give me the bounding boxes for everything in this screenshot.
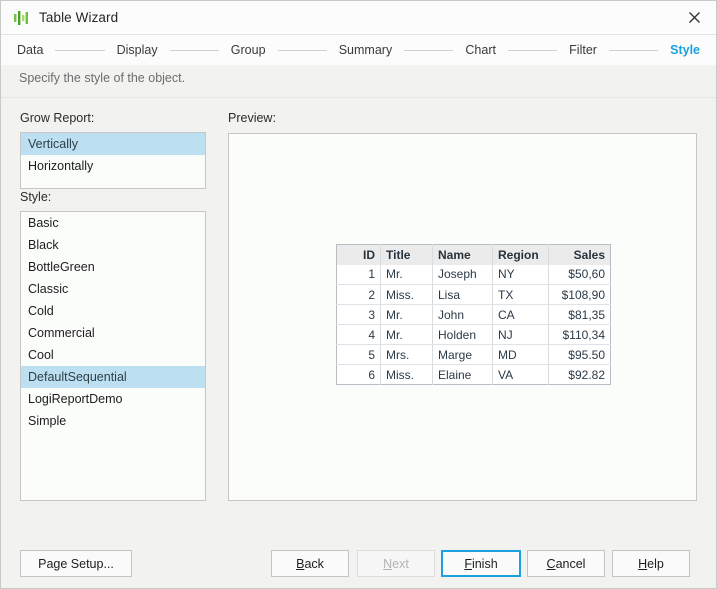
column-header-title: Title [381,245,433,265]
table-row: 1 Mr. Joseph NY $50,60 [337,265,611,285]
preview-panel: ID Title Name Region Sales 1 Mr. Joseph … [228,133,697,501]
back-button-mnemonic: B [296,557,304,571]
style-option-simple[interactable]: Simple [21,410,205,432]
cell-title: Mr. [381,325,433,345]
grow-report-option-horizontally[interactable]: Horizontally [21,155,205,177]
cell-title: Miss. [381,365,433,385]
cancel-button[interactable]: Cancel [527,550,605,577]
cell-name: John [433,305,493,325]
cell-sales: $110,34 [549,325,611,345]
step-data[interactable]: Data [17,43,43,57]
table-row: 2 Miss. Lisa TX $108,90 [337,285,611,305]
step-connector [404,50,453,51]
cell-name: Holden [433,325,493,345]
cell-region: CA [493,305,549,325]
step-connector [508,50,557,51]
finish-button-mnemonic: F [464,557,472,571]
next-button-label: ext [392,557,409,571]
style-option-classic[interactable]: Classic [21,278,205,300]
cancel-button-label: ancel [556,557,586,571]
cell-title: Mrs. [381,345,433,365]
grow-report-listbox[interactable]: Vertically Horizontally [20,132,206,189]
cancel-button-mnemonic: C [547,557,556,571]
step-connector [278,50,327,51]
style-option-logireportdemo[interactable]: LogiReportDemo [21,388,205,410]
window-title: Table Wizard [39,10,118,25]
step-summary[interactable]: Summary [339,43,392,57]
column-header-sales: Sales [549,245,611,265]
help-button[interactable]: Help [612,550,690,577]
step-display[interactable]: Display [117,43,158,57]
style-label: Style: [20,190,51,204]
step-connector [170,50,219,51]
cell-region: VA [493,365,549,385]
cell-id: 3 [337,305,381,325]
style-listbox[interactable]: Basic Black BottleGreen Classic Cold Com… [20,211,206,501]
cell-name: Marge [433,345,493,365]
cell-region: TX [493,285,549,305]
cell-sales: $50,60 [549,265,611,285]
cell-sales: $108,90 [549,285,611,305]
title-bar: Table Wizard [1,1,716,35]
style-option-bottlegreen[interactable]: BottleGreen [21,256,205,278]
cell-id: 4 [337,325,381,345]
cell-region: MD [493,345,549,365]
style-option-cold[interactable]: Cold [21,300,205,322]
page-setup-button-label: Page Setup... [38,557,114,571]
cell-title: Mr. [381,265,433,285]
style-option-basic[interactable]: Basic [21,212,205,234]
cell-region: NJ [493,325,549,345]
cell-id: 2 [337,285,381,305]
finish-button-label: inish [472,557,498,571]
cell-id: 5 [337,345,381,365]
cell-name: Elaine [433,365,493,385]
cell-title: Miss. [381,285,433,305]
wizard-step-bar: Data Display Group Summary Chart Filter … [1,35,716,65]
header-divider [1,97,716,98]
step-description: Specify the style of the object. [19,71,185,85]
grow-report-option-vertically[interactable]: Vertically [21,133,205,155]
style-option-cool[interactable]: Cool [21,344,205,366]
next-button-mnemonic: N [383,557,392,571]
table-row: 5 Mrs. Marge MD $95.50 [337,345,611,365]
table-row: 6 Miss. Elaine VA $92.82 [337,365,611,385]
table-wizard-dialog: Table Wizard Data Display Group Summary … [0,0,717,589]
step-chart[interactable]: Chart [465,43,496,57]
back-button[interactable]: Back [271,550,349,577]
column-header-id: ID [337,245,381,265]
cell-sales: $95.50 [549,345,611,365]
finish-button[interactable]: Finish [441,550,521,577]
cell-region: NY [493,265,549,285]
cell-id: 1 [337,265,381,285]
next-button: Next [357,550,435,577]
column-header-name: Name [433,245,493,265]
close-icon[interactable] [672,1,716,34]
style-option-black[interactable]: Black [21,234,205,256]
column-header-region: Region [493,245,549,265]
step-style[interactable]: Style [670,43,700,57]
cell-name: Lisa [433,285,493,305]
cell-sales: $92.82 [549,365,611,385]
style-option-defaultsequential[interactable]: DefaultSequential [21,366,205,388]
step-connector [55,50,104,51]
preview-label: Preview: [228,111,276,125]
cell-title: Mr. [381,305,433,325]
cell-sales: $81,35 [549,305,611,325]
back-button-label: ack [304,557,323,571]
page-setup-button[interactable]: Page Setup... [20,550,132,577]
help-button-mnemonic: H [638,557,647,571]
step-filter[interactable]: Filter [569,43,597,57]
cell-name: Joseph [433,265,493,285]
style-option-commercial[interactable]: Commercial [21,322,205,344]
step-connector [609,50,658,51]
bar-chart-icon [12,9,30,27]
preview-table: ID Title Name Region Sales 1 Mr. Joseph … [336,244,611,385]
table-row: 3 Mr. John CA $81,35 [337,305,611,325]
grow-report-label: Grow Report: [20,111,94,125]
help-button-label: elp [647,557,664,571]
step-group[interactable]: Group [231,43,266,57]
cell-id: 6 [337,365,381,385]
table-header-row: ID Title Name Region Sales [337,245,611,265]
table-row: 4 Mr. Holden NJ $110,34 [337,325,611,345]
